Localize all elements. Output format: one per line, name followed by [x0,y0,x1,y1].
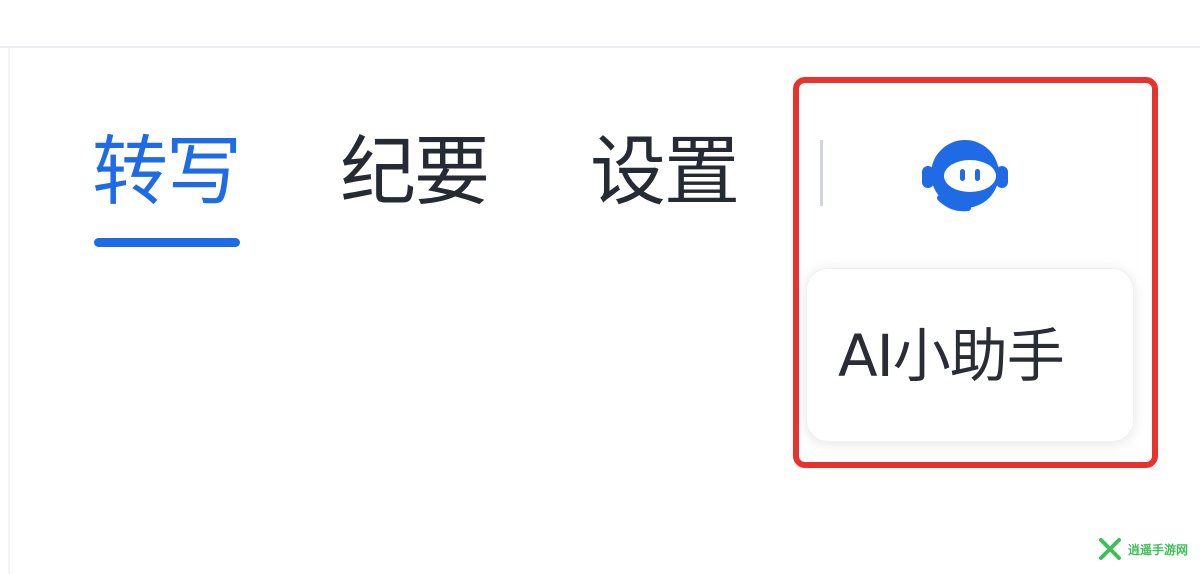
ai-assistant-button[interactable] [918,136,1012,212]
ai-assistant-tooltip-label: AI小助手 [838,322,1065,390]
tab-settings[interactable]: 设置 [590,132,740,212]
site-watermark: 逍遥手游网 [1098,536,1188,562]
left-panel-border [8,48,10,574]
robot-headset-icon [922,140,1008,212]
tab-transcribe[interactable]: 转写 [92,132,242,212]
tab-summary[interactable]: 纪要 [340,132,490,212]
watermark-logo-icon [1098,538,1121,560]
top-toolbar-strip [0,0,1200,48]
active-tab-indicator [94,238,240,247]
watermark-text: 逍遥手游网 [1127,542,1188,557]
tab-divider [820,140,823,206]
